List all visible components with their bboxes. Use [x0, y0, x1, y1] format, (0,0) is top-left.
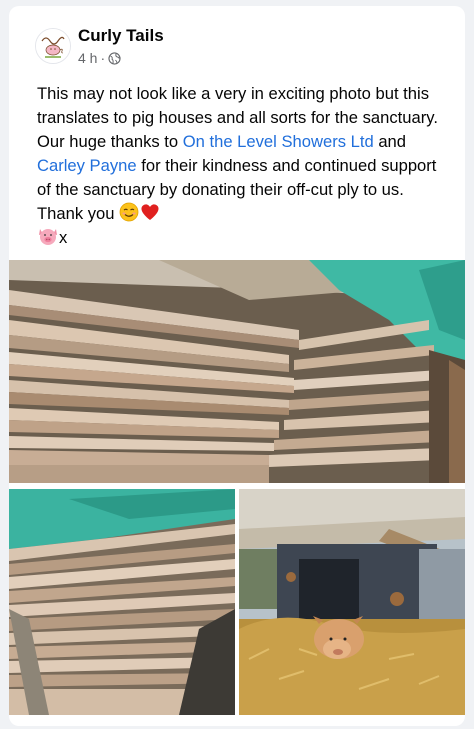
- page-avatar[interactable]: [35, 28, 71, 64]
- curly-tails-logo-icon: [36, 29, 70, 63]
- page-name[interactable]: Curly Tails: [78, 26, 164, 46]
- post-text-part4: x: [59, 228, 68, 247]
- post-text: This may not look like a very in excitin…: [37, 82, 442, 250]
- post-meta: 4 h ·: [78, 50, 121, 66]
- tagged-link-on-the-level[interactable]: On the Level Showers Ltd: [183, 132, 374, 151]
- pig-shelter-image: [239, 489, 465, 715]
- plywood-closeup-image: [9, 489, 235, 715]
- globe-icon[interactable]: [108, 51, 121, 65]
- plywood-photo-image: [9, 260, 465, 483]
- post-photo-pig-shelter[interactable]: [239, 489, 465, 715]
- tagged-link-carley-payne[interactable]: Carley Payne: [37, 156, 137, 175]
- meta-separator: ·: [100, 50, 106, 66]
- pig-face-icon: [39, 229, 57, 245]
- post-time[interactable]: 4 h: [78, 50, 97, 66]
- smiling-face-icon: [119, 202, 139, 222]
- red-heart-icon: [141, 204, 159, 220]
- post-text-part2: and: [373, 132, 406, 151]
- post-photo-plywood-stack[interactable]: [9, 260, 465, 483]
- post-card: Curly Tails 4 h · This may not look like…: [9, 6, 465, 726]
- post-photo-plywood-closeup[interactable]: [9, 489, 235, 715]
